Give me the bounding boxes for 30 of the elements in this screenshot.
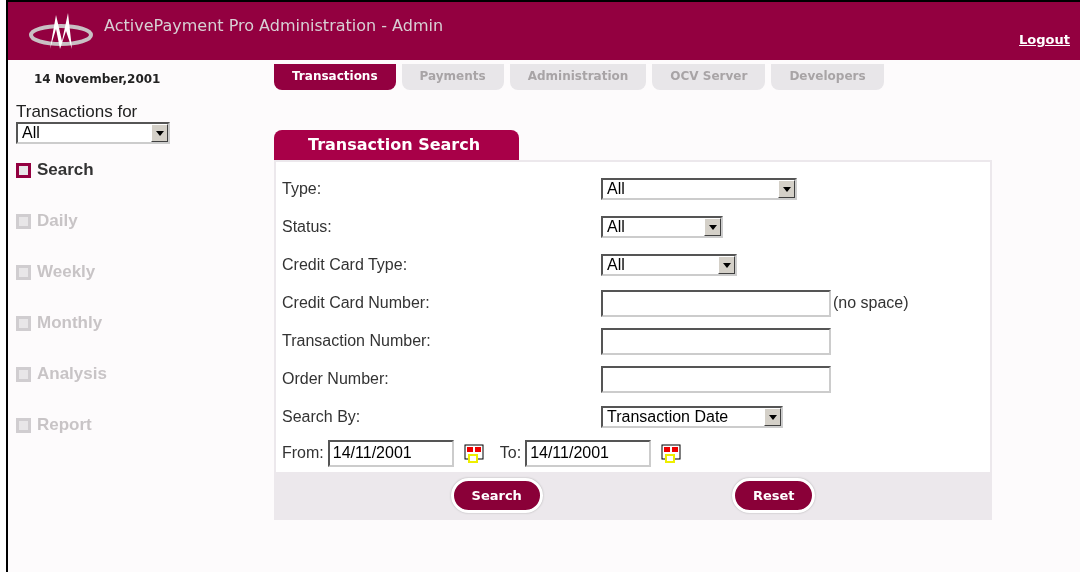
field-hint: (no space)	[833, 294, 909, 312]
action-button[interactable]: Reset	[731, 477, 816, 513]
date-field[interactable]: 14/11/2001	[525, 439, 652, 467]
action-button[interactable]: Search	[450, 477, 543, 513]
dropdown-select[interactable]: Transaction Date	[601, 406, 783, 428]
date-text: 14 November,2001	[34, 72, 162, 86]
input-field[interactable]	[601, 365, 831, 393]
dropdown-select[interactable]: All	[601, 216, 723, 238]
field-label: To:	[499, 444, 522, 462]
calendar-icon[interactable]	[661, 443, 682, 463]
field-label: Credit Card Number:	[282, 294, 431, 312]
input-field[interactable]	[601, 327, 831, 355]
transactions-for-label: Transactions for	[16, 102, 139, 122]
calendar-icon[interactable]	[463, 443, 484, 463]
sidebar-item[interactable]: Search	[16, 158, 266, 182]
field-label: Type:	[282, 180, 323, 198]
field-label: Credit Card Type:	[282, 256, 409, 274]
field-label: Search By:	[282, 408, 362, 426]
field-label: From:	[282, 444, 324, 462]
field-label: Order Number:	[282, 370, 390, 388]
field-label: Transaction Number:	[282, 332, 432, 350]
transactions-for-select[interactable]: All	[16, 122, 170, 144]
nav-tab[interactable]: Transactions	[274, 64, 396, 90]
field-label: Status:	[282, 218, 333, 236]
logout-link[interactable]: Logout	[1019, 31, 1070, 47]
app-title: ActivePayment Pro Administration - Admin	[104, 15, 445, 35]
date-field[interactable]: 14/11/2001	[327, 439, 454, 467]
dropdown-select[interactable]: All	[601, 254, 737, 276]
input-field[interactable]	[601, 289, 831, 317]
dropdown-select[interactable]: All	[601, 178, 797, 200]
